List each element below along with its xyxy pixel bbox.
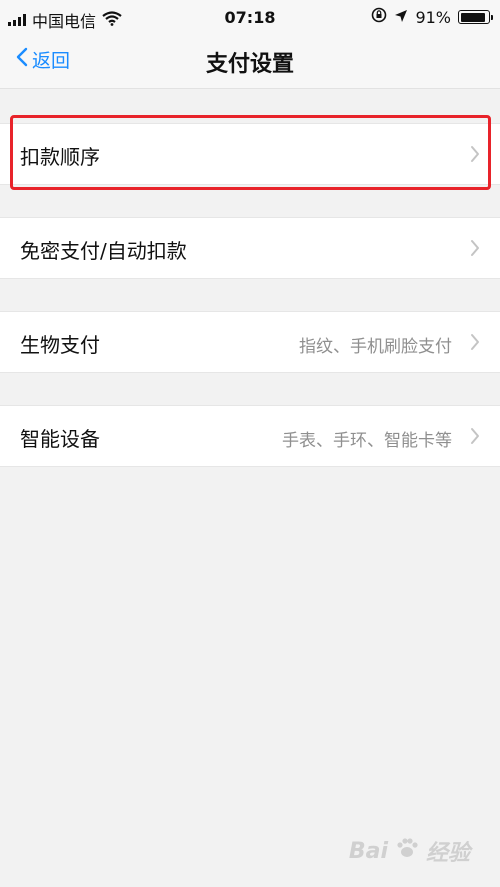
settings-row-biometric-payment[interactable]: 生物支付 指纹、手机刷脸支付 [0, 311, 500, 373]
battery-fill [460, 12, 486, 22]
row-detail: 手表、手环、智能卡等 [282, 431, 452, 451]
rotation-lock-icon [371, 7, 387, 27]
page-title: 支付设置 [205, 52, 294, 77]
settings-row-deduction-order[interactable]: 扣款顺序 [0, 123, 500, 185]
status-bar: 中国电信 07:18 91% [0, 0, 500, 36]
row-label: 扣款顺序 [20, 145, 100, 169]
chevron-right-icon [470, 145, 480, 167]
settings-row-password-free-payment[interactable]: 免密支付/自动扣款 [0, 217, 500, 279]
chevron-right-icon [470, 333, 480, 355]
status-right: 91% [371, 7, 493, 27]
settings-row-smart-devices[interactable]: 智能设备 手表、手环、智能卡等 [0, 405, 500, 467]
location-icon [394, 8, 408, 27]
row-label: 免密支付/自动扣款 [20, 239, 187, 263]
row-detail: 指纹、手机刷脸支付 [299, 337, 452, 357]
row-label: 生物支付 [20, 333, 100, 357]
battery-percent: 91% [415, 7, 451, 27]
chevron-right-icon [470, 239, 480, 261]
row-label: 智能设备 [20, 427, 100, 451]
chevron-right-icon [470, 427, 480, 449]
watermark-brand: Bai [348, 838, 388, 864]
battery-icon [458, 10, 493, 24]
watermark: Bai 经验 [349, 835, 470, 867]
paw-icon [394, 835, 420, 867]
navigation-bar: 返回 支付设置 [0, 36, 500, 89]
watermark-suffix: 经验 [425, 841, 470, 866]
